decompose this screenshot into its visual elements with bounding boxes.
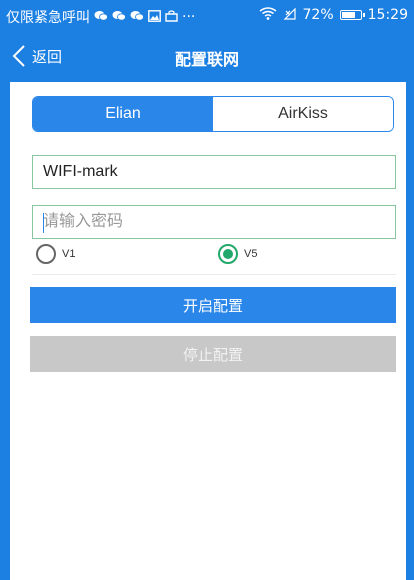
wechat-icon [94, 10, 108, 25]
radio-v1-label: V1 [62, 248, 76, 260]
no-signal-icon [283, 7, 297, 23]
more-icon: ··· [182, 9, 196, 25]
radio-unchecked-icon [36, 244, 56, 264]
radio-v5-label: V5 [244, 248, 258, 260]
bag-icon [165, 9, 178, 25]
ssid-input[interactable] [43, 156, 385, 188]
radio-v5[interactable]: V5 [218, 244, 257, 264]
status-right: 72% 15:29 [259, 7, 408, 23]
text-cursor [43, 213, 44, 233]
wifi-icon [259, 7, 277, 23]
wechat-icon [112, 10, 126, 25]
password-field[interactable] [32, 205, 396, 239]
config-panel: Elian AirKiss V1 V5 开启配置 停止配置 [10, 82, 406, 580]
clock: 15:29 [367, 7, 408, 23]
mode-segmented-control: Elian AirKiss [32, 96, 394, 132]
status-bar: 仅限紧急呼叫 ··· 72% 15:29 [0, 0, 414, 32]
page-title: 配置联网 [174, 50, 239, 69]
wechat-icon [130, 10, 144, 25]
segment-elian[interactable]: Elian [33, 97, 213, 131]
version-radio-group: V1 V5 [36, 244, 396, 268]
battery-icon [339, 10, 365, 20]
battery-percent: 72% [302, 7, 334, 23]
start-config-button[interactable]: 开启配置 [30, 287, 396, 323]
radio-checked-icon [218, 244, 238, 264]
nav-bar: 返回 配置联网 [0, 32, 414, 82]
segment-airkiss[interactable]: AirKiss [213, 97, 393, 131]
status-left: 仅限紧急呼叫 ··· [6, 7, 195, 27]
radio-v1[interactable]: V1 [36, 244, 75, 264]
password-input[interactable] [43, 206, 385, 238]
app-frame: 仅限紧急呼叫 ··· 72% 15:29 返回 配置联网 Elian AirKi… [0, 0, 414, 580]
ssid-field[interactable] [32, 155, 396, 189]
stop-config-button[interactable]: 停止配置 [30, 336, 396, 372]
divider [32, 274, 396, 275]
carrier-text: 仅限紧急呼叫 [6, 10, 90, 26]
image-icon [148, 9, 161, 25]
battery-fill [341, 12, 355, 18]
